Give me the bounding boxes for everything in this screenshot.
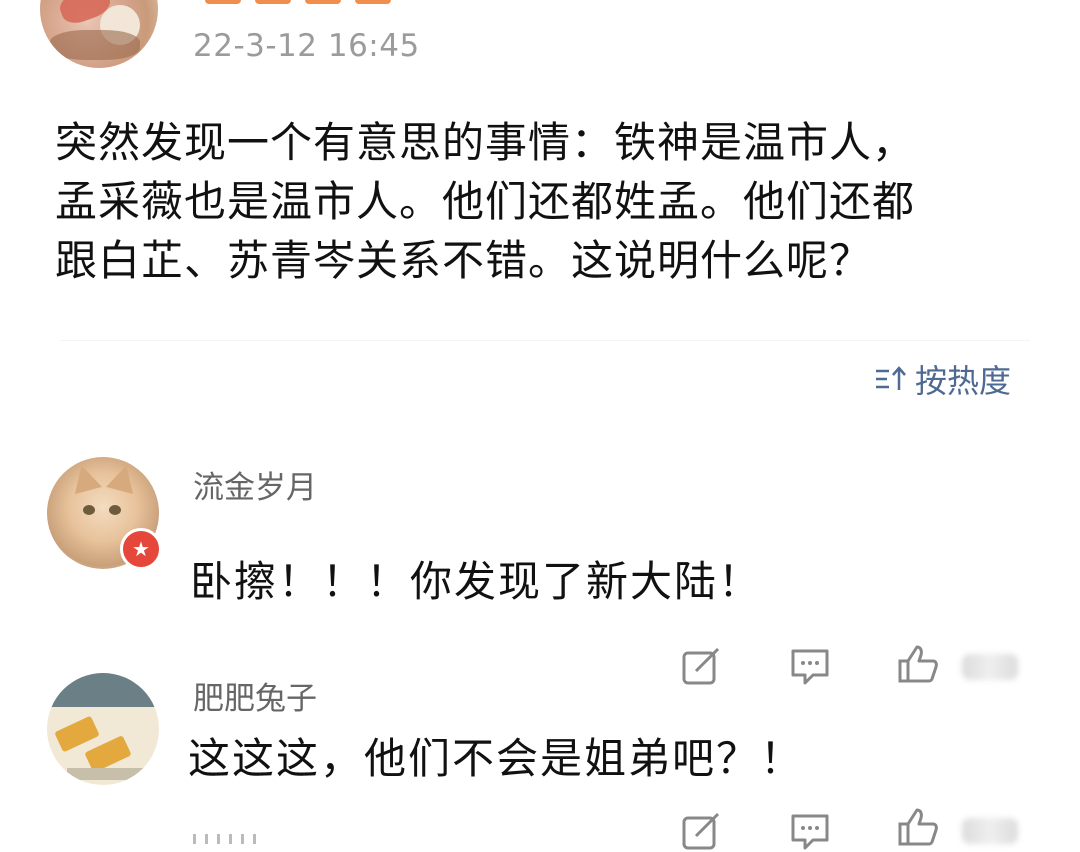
sort-icon (876, 366, 906, 390)
post-body-line: 孟采薇也是温市人。他们还都姓孟。他们还都 (55, 177, 916, 226)
post-timestamp: 22-3-12 16:45 (193, 28, 420, 64)
comment-username-cropped[interactable] (193, 832, 273, 844)
sort-toggle-button[interactable]: 按热度 (873, 356, 1011, 402)
comment-avatar-cartoon[interactable] (47, 673, 159, 785)
like-count-blurred (962, 818, 1018, 844)
repost-icon[interactable] (680, 645, 722, 687)
star-badge-icon: ★ (120, 528, 162, 570)
like-icon[interactable] (897, 643, 939, 685)
comment-text: 这这这，他们不会是姐弟吧？！ (188, 734, 805, 783)
comment-icon[interactable] (789, 810, 831, 852)
post-body-line: 跟白芷、苏青岑关系不错。这说明什么呢？ (55, 236, 873, 285)
comment-text: 卧擦！！！你发现了新大陆！ (190, 557, 763, 606)
like-icon[interactable] (897, 806, 939, 848)
divider (60, 340, 1030, 341)
post-author-name-cropped[interactable] (205, 0, 435, 6)
sort-label: 按热度 (915, 362, 1012, 400)
favorite-star-icon[interactable] (1005, 0, 1045, 16)
like-count-blurred (962, 654, 1018, 680)
comment-username[interactable]: 肥肥兔子 (193, 673, 317, 718)
comment-username[interactable]: 流金岁月 (193, 462, 317, 507)
post-body-line: 突然发现一个有意思的事情：铁神是温市人， (55, 118, 916, 167)
post-author-avatar[interactable] (40, 0, 158, 68)
comment-icon[interactable] (789, 645, 831, 687)
repost-icon[interactable] (680, 810, 722, 852)
post-body: 突然发现一个有意思的事情：铁神是温市人， 孟采薇也是温市人。他们还都姓孟。他们还… (55, 113, 1045, 290)
